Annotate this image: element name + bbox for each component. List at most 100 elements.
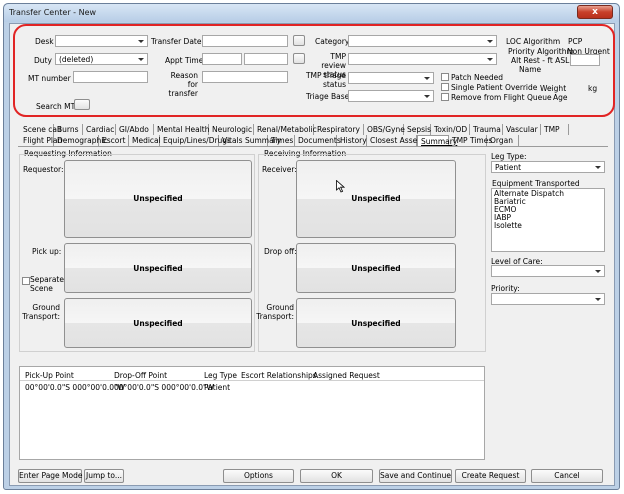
options-button[interactable]: Options [223, 469, 294, 483]
equipment-label: Equipment Transported [492, 179, 580, 188]
single-patient-label: Single Patient Override [451, 83, 538, 92]
legs-table[interactable]: Pick-Up Point Drop-Off Point Leg Type Es… [19, 366, 485, 460]
chevron-down-icon [487, 40, 493, 43]
tab-mental-health[interactable]: Mental Health [154, 124, 209, 135]
tab-tmp[interactable]: TMP [541, 124, 569, 135]
tab-vitals-summary[interactable]: Vitals Summary [219, 135, 281, 146]
column-header-dropoff: Drop-Off Point [114, 371, 168, 380]
window-title: Transfer Center - New [9, 8, 97, 17]
category-select[interactable] [348, 35, 497, 47]
tab-neurologic[interactable]: Neurologic [209, 124, 254, 135]
tab-times[interactable]: Times [268, 135, 295, 146]
receiver-label: Receiver: [262, 165, 297, 174]
age-label: Age [553, 93, 568, 102]
tab-obs-gyne[interactable]: OBS/Gyne [364, 124, 405, 135]
tab-renal-metabolic[interactable]: Renal/Metabolic [254, 124, 317, 135]
column-header-escort: Escort Relationships [241, 371, 317, 380]
tab-summary[interactable]: Summary [417, 135, 457, 146]
receiver-button[interactable]: Unspecified [296, 160, 456, 238]
search-mt-button[interactable] [74, 99, 90, 110]
table-cell-dropoff: 00°00'0.0"S 000°00'0.0"W [114, 383, 214, 392]
priority-algorithm-label: Priority Algorithm [508, 47, 574, 56]
dropoff-button[interactable]: Unspecified [296, 243, 456, 293]
desk-select[interactable] [55, 35, 148, 47]
pickup-button[interactable]: Unspecified [64, 243, 252, 293]
category-label: Category [315, 37, 350, 46]
remove-queue-checkbox[interactable] [441, 93, 449, 101]
alt-rest-input[interactable] [570, 54, 600, 66]
remove-queue-label: Remove from Flight Queue [451, 93, 552, 102]
list-item[interactable]: Isolette [494, 222, 602, 230]
create-request-button[interactable]: Create Request [455, 469, 526, 483]
tab-scene-call[interactable]: Scene call [20, 124, 61, 135]
duty-label: Duty [34, 56, 52, 65]
receiving-ground-button[interactable]: Unspecified [296, 298, 456, 348]
requesting-ground-button[interactable]: Unspecified [64, 298, 252, 348]
equipment-list[interactable]: Alternate Dispatch Bariatric ECMO IABP Isole… [491, 188, 605, 252]
mt-number-label: MT number [28, 74, 71, 83]
ok-button[interactable]: OK [300, 469, 373, 483]
tmp-review-select[interactable] [348, 53, 497, 65]
loc-algorithm-value: PCP [568, 37, 583, 46]
tab-toxin-od[interactable]: Toxin/OD [431, 124, 470, 135]
leg-type-label: Leg Type: [491, 152, 527, 161]
tab-organ[interactable]: Organ [487, 135, 519, 146]
tab-divider [18, 146, 608, 147]
tab-gi-abdo[interactable]: GI/Abdo [116, 124, 154, 135]
column-header-assigned: Assigned Request [313, 371, 380, 380]
chevron-down-icon [138, 40, 144, 43]
reason-label: Reason for transfer [168, 71, 198, 98]
chevron-down-icon [595, 298, 601, 301]
tab-vascular[interactable]: Vascular [503, 124, 541, 135]
chevron-down-icon [138, 58, 144, 61]
leg-type-value: Patient [495, 163, 522, 172]
transfer-date-input[interactable] [202, 35, 288, 47]
level-of-care-select[interactable] [491, 265, 605, 277]
priority-select[interactable] [491, 293, 605, 305]
chevron-down-icon [595, 166, 601, 169]
chevron-down-icon [595, 270, 601, 273]
enter-page-mode-button[interactable]: Enter Page Mode [18, 469, 83, 483]
leg-type-select[interactable]: Patient [491, 161, 605, 173]
desk-label: Desk [35, 37, 54, 46]
tab-medical[interactable]: Medical [129, 135, 161, 146]
tmp-triage-select[interactable] [348, 72, 434, 84]
separate-scene-label: Separate Scene [30, 275, 64, 293]
tab-equip-lines-drugs[interactable]: Equip/Lines/Drugs [160, 135, 231, 146]
triage-base-select[interactable] [348, 90, 434, 102]
appt-time-input[interactable] [202, 53, 242, 65]
chevron-down-icon [424, 77, 430, 80]
tab-demographic[interactable]: Demographic [54, 135, 107, 146]
mt-number-input[interactable] [73, 71, 148, 83]
single-patient-checkbox[interactable] [441, 83, 449, 91]
tab-respiratory[interactable]: Respiratory [314, 124, 364, 135]
tab-cardiac[interactable]: Cardiac [83, 124, 116, 135]
calendar-button[interactable] [293, 35, 305, 46]
title-bar[interactable]: Transfer Center - New x [4, 4, 619, 22]
save-and-continue-button[interactable]: Save and Continue [379, 469, 452, 483]
tab-escort[interactable]: Escort [99, 135, 129, 146]
receiving-ground-label: Ground Transport: [256, 303, 294, 321]
tab-trauma[interactable]: Trauma [470, 124, 503, 135]
close-button[interactable]: x [577, 5, 613, 19]
appt-time-input-2[interactable] [244, 53, 288, 65]
table-row[interactable]: 00°00'0.0"S 000°00'0.0"W 00°00'0.0"S 000… [20, 381, 484, 392]
tab-burns[interactable]: Burns [54, 124, 83, 135]
cancel-button[interactable]: Cancel [531, 469, 603, 483]
tab-tmp-times[interactable]: TMP Times [449, 135, 492, 146]
separate-scene-checkbox[interactable] [22, 277, 30, 285]
requestor-label: Requestor: [23, 165, 64, 174]
patch-needed-checkbox[interactable] [441, 73, 449, 81]
tab-closest-assets[interactable]: Closest Assets [367, 135, 424, 146]
chevron-down-icon [487, 58, 493, 61]
requestor-button[interactable]: Unspecified [64, 160, 252, 238]
duty-select[interactable]: (deleted) [55, 53, 148, 65]
tab-documents[interactable]: Documents [295, 135, 341, 146]
tab-history[interactable]: History [337, 135, 367, 146]
reason-input[interactable] [202, 71, 288, 83]
tab-flight-plan[interactable]: Flight Plan [20, 135, 62, 146]
jump-to-button[interactable]: Jump to... [84, 469, 124, 483]
transfer-date-label: Transfer Date [151, 37, 202, 46]
tab-sepsis[interactable]: Sepsis [404, 124, 431, 135]
loc-algorithm-label: LOC Algorithm [506, 37, 561, 46]
